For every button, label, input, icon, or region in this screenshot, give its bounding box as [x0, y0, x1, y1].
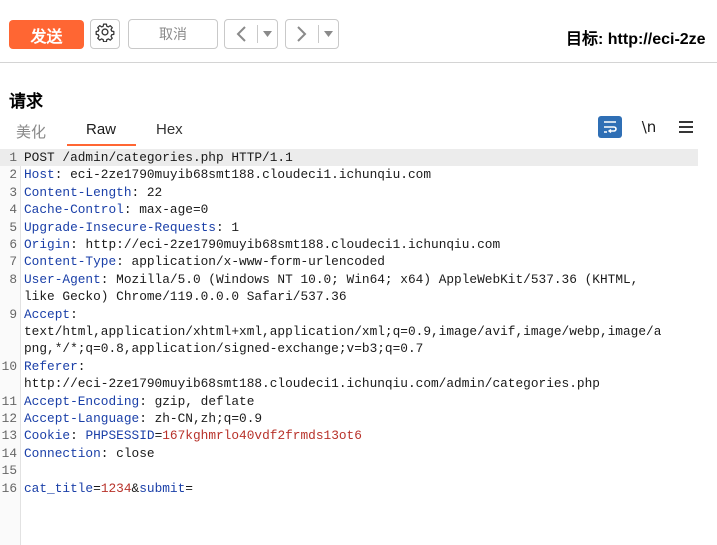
line-number: 15 [1, 463, 17, 479]
header-name: Accept-Encoding [24, 393, 140, 409]
active-tab-indicator [67, 144, 136, 146]
header-value: zh-CN,zh;q=0.9 [154, 411, 263, 426]
tab-raw[interactable]: Raw [86, 121, 116, 138]
line-number: 10 [1, 358, 17, 374]
header-line: Content-Type: application/x-www-form-url… [24, 254, 385, 270]
header-value: text/html,application/xhtml+xml,applicat… [24, 324, 662, 339]
line-number: 4 [9, 202, 17, 218]
line-number: 7 [9, 254, 17, 270]
header-line: Cookie: PHPSESSID=167kghmrlo40vdf2frmds1… [24, 428, 362, 444]
header-line: Accept-Language: zh-CN,zh;q=0.9 [24, 411, 263, 426]
line-number: 1 [9, 150, 17, 165]
chevron-left-icon[interactable] [225, 25, 257, 43]
header-value: application/x-www-form-urlencoded [131, 254, 385, 270]
forward-button[interactable] [285, 19, 339, 49]
header-line: Content-Length: 22 [24, 184, 163, 200]
header-line: Origin: http://eci-2ze1790muyib68smt188.… [24, 237, 501, 252]
line-number: 12 [1, 411, 17, 426]
gear-icon [95, 22, 115, 47]
header-name: Content-Length [24, 184, 132, 200]
header-name: Accept [24, 306, 71, 322]
target-label[interactable]: 目标: http://eci-2ze [566, 25, 706, 49]
tab-pretty[interactable]: 美化 [16, 121, 46, 142]
caret-down-icon[interactable] [319, 31, 338, 37]
line-number: 6 [9, 237, 17, 252]
header-line: Connection: close [24, 445, 155, 461]
header-line: Accept: [24, 306, 78, 322]
header-name: Host [24, 167, 55, 183]
header-name: Upgrade-Insecure-Requests [24, 219, 216, 235]
tab-hex[interactable]: Hex [156, 121, 183, 138]
header-value: 22 [146, 184, 163, 200]
line-number: 8 [9, 271, 17, 287]
header-line: Referer: [24, 358, 86, 374]
header-name: Connection [24, 445, 101, 461]
cancel-button[interactable]: 取消 [128, 19, 218, 49]
header-name: Origin [24, 237, 71, 252]
request-title: 请求 [9, 92, 43, 111]
header-value: 1 [231, 219, 240, 235]
line-number: 16 [1, 480, 17, 496]
line-number: 9 [9, 306, 17, 322]
back-button[interactable] [224, 19, 278, 49]
header-name: Referer [24, 358, 78, 374]
header-line: User-Agent: Mozilla/5.0 (Windows NT 10.0… [24, 271, 639, 287]
line-number: 14 [1, 445, 17, 461]
header-value: close [116, 445, 155, 461]
header-value: like Gecko) Chrome/119.0.0.0 Safari/537.… [24, 289, 347, 305]
header-value: http://eci-2ze1790muyib68smt188.cloudeci… [85, 237, 501, 252]
header-value: Mozilla/5.0 (Windows NT 10.0; Win64; x64… [116, 271, 639, 287]
cookie-value: 167kghmrlo40vdf2frmds13ot6 [162, 428, 362, 444]
request-editor[interactable]: 1 POST /admin/categories.php HTTP/1.1 2 Ho… [0, 149, 717, 545]
param-value: 1234 [100, 480, 132, 496]
toolbar-divider [0, 62, 717, 63]
param-name: submit [139, 480, 186, 496]
header-name: Cache-Control [24, 202, 124, 218]
chevron-right-icon[interactable] [286, 25, 318, 43]
line-number: 13 [1, 428, 17, 444]
header-name: Cookie [24, 428, 71, 444]
header-value: png,*/*;q=0.8,application/signed-exchang… [24, 341, 424, 357]
header-name: Content-Type [24, 254, 117, 270]
line-number: 5 [9, 219, 17, 235]
header-value: gzip, deflate [154, 393, 255, 409]
header-value: max-age=0 [139, 202, 209, 218]
line-number: 3 [9, 184, 17, 200]
send-button[interactable]: 发送 [9, 20, 84, 49]
settings-button[interactable] [90, 19, 120, 49]
header-line: Accept-Encoding: gzip, deflate [24, 393, 255, 409]
line-number: 2 [9, 167, 17, 183]
header-value: http://eci-2ze1790muyib68smt188.cloudeci… [24, 376, 600, 392]
caret-down-icon[interactable] [258, 31, 277, 37]
param-name: cat_title [24, 480, 94, 496]
header-line: Host: eci-2ze1790muyib68smt188.cloudeci1… [24, 167, 432, 183]
body-line: cat_title=1234&submit= [24, 480, 193, 496]
line-number: 11 [1, 393, 17, 409]
header-value: eci-2ze1790muyib68smt188.cloudeci1.ichun… [70, 167, 432, 183]
text-wrap-icon[interactable] [598, 116, 622, 138]
header-line: Upgrade-Insecure-Requests: 1 [24, 219, 240, 235]
menu-icon[interactable] [674, 116, 698, 138]
editor-line[interactable]: 1 POST /admin/categories.php HTTP/1.1 [0, 149, 698, 167]
cookie-name: PHPSESSID [85, 428, 155, 444]
request-line: POST /admin/categories.php HTTP/1.1 [24, 150, 293, 165]
request-toolbar: 发送 取消 目标: http://eci-2ze [0, 0, 717, 62]
show-newlines-button[interactable]: \n [637, 116, 661, 138]
header-name: User-Agent [24, 271, 101, 287]
header-line: Cache-Control: max-age=0 [24, 202, 209, 218]
header-name: Accept-Language [24, 411, 140, 426]
